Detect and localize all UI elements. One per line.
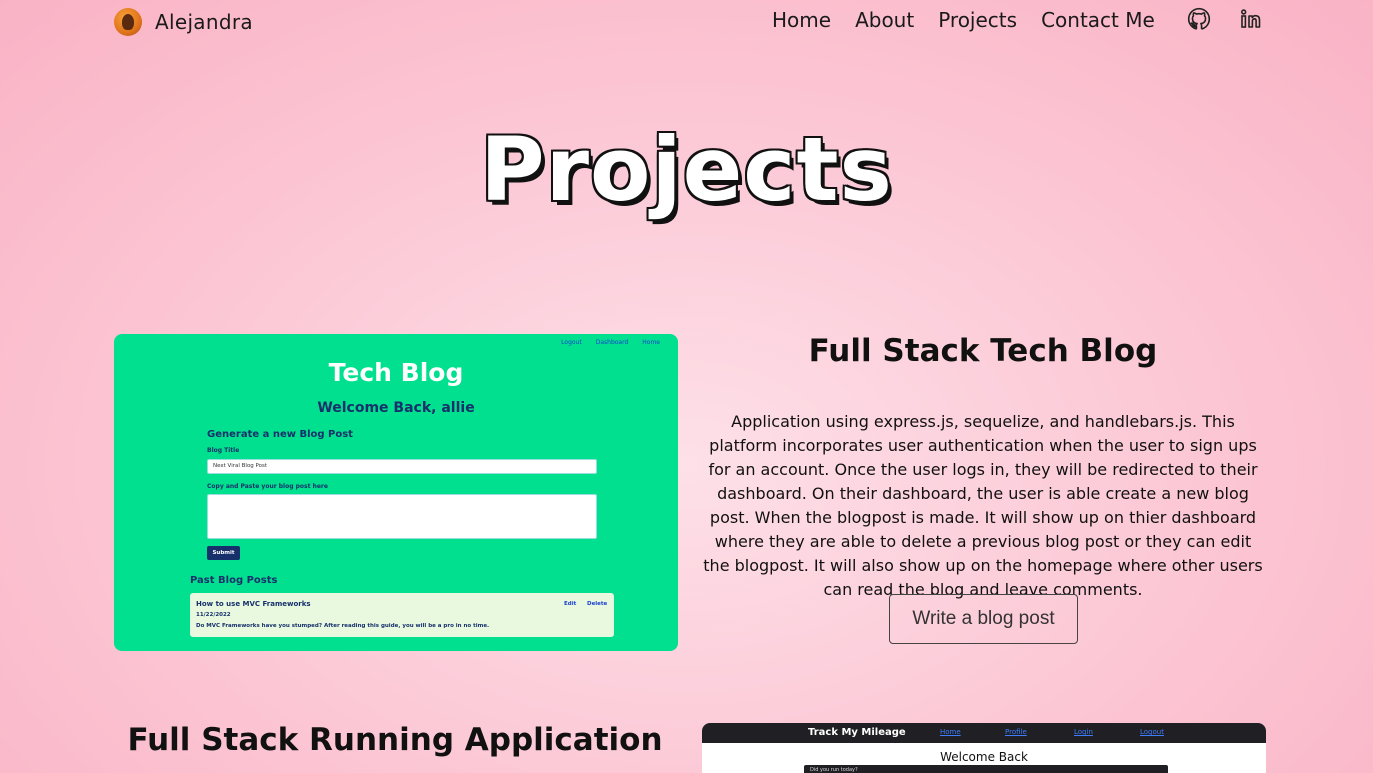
tech-blog-nav: Logout Dashboard Home <box>547 339 660 346</box>
running-app-brand: Track My Mileage <box>808 727 906 738</box>
project-description-tech-blog: Application using express.js, sequelize,… <box>703 412 1263 599</box>
post-body: Do MVC Frameworks have you stumped? Afte… <box>196 623 490 629</box>
tech-blog-nav-dashboard: Dashboard <box>595 339 629 346</box>
running-app-welcome: Welcome Back <box>940 750 1028 764</box>
site-header: Alejandra Home About Projects Contact Me <box>0 0 1373 44</box>
running-app-nav-home: Home <box>940 728 961 736</box>
running-app-nav-login: Login <box>1074 728 1093 736</box>
tech-blog-post-card: How to use MVC Frameworks 11/22/2022 Do … <box>190 593 614 637</box>
post-title: How to use MVC Frameworks <box>196 600 311 608</box>
project-screenshot-running-app: Track My Mileage Home Profile Login Logo… <box>702 723 1266 773</box>
tech-blog-generate-heading: Generate a new Blog Post <box>207 429 353 440</box>
nav-contact[interactable]: Contact Me <box>1041 8 1155 32</box>
nav-about[interactable]: About <box>855 8 914 32</box>
avatar <box>114 8 142 36</box>
tech-blog-nav-home: Home <box>642 339 660 346</box>
github-icon[interactable] <box>1186 6 1212 32</box>
post-date: 11/22/2022 <box>196 612 231 618</box>
running-app-nav-profile: Profile <box>1005 728 1027 736</box>
main-nav: Home About Projects Contact Me <box>772 8 1179 32</box>
tech-blog-past-heading: Past Blog Posts <box>190 575 278 586</box>
linkedin-icon[interactable] <box>1238 6 1264 32</box>
running-app-input: Did you run today? <box>804 765 1168 773</box>
post-edit: Edit <box>564 601 577 607</box>
tech-blog-title: Tech Blog <box>328 358 464 387</box>
tech-blog-body-label: Copy and Paste your blog post here <box>207 483 328 490</box>
brand-name: Alejandra <box>155 10 253 34</box>
running-app-navbar <box>702 723 1266 743</box>
tech-blog-nav-logout: Logout <box>561 339 582 346</box>
tech-blog-submit: Submit <box>207 546 240 560</box>
brand[interactable]: Alejandra <box>114 8 253 36</box>
tech-blog-title-label: Blog Title <box>207 447 240 454</box>
page-title: Projects <box>480 118 893 221</box>
project-screenshot-tech-blog: Logout Dashboard Home Tech Blog Welcome … <box>114 334 678 651</box>
running-app-nav-logout: Logout <box>1140 728 1164 736</box>
post-delete: Delete <box>587 601 608 607</box>
tech-blog-welcome: Welcome Back, allie <box>317 400 475 416</box>
project-title-running-app: Full Stack Running Application <box>127 722 663 758</box>
tech-blog-body-textarea <box>207 494 597 539</box>
project-title-tech-blog: Full Stack Tech Blog <box>808 333 1158 369</box>
write-blog-post-button[interactable]: Write a blog post <box>889 594 1078 644</box>
nav-projects[interactable]: Projects <box>938 8 1017 32</box>
nav-home[interactable]: Home <box>772 8 831 32</box>
tech-blog-title-input: Next Viral Blog Post <box>207 459 597 474</box>
